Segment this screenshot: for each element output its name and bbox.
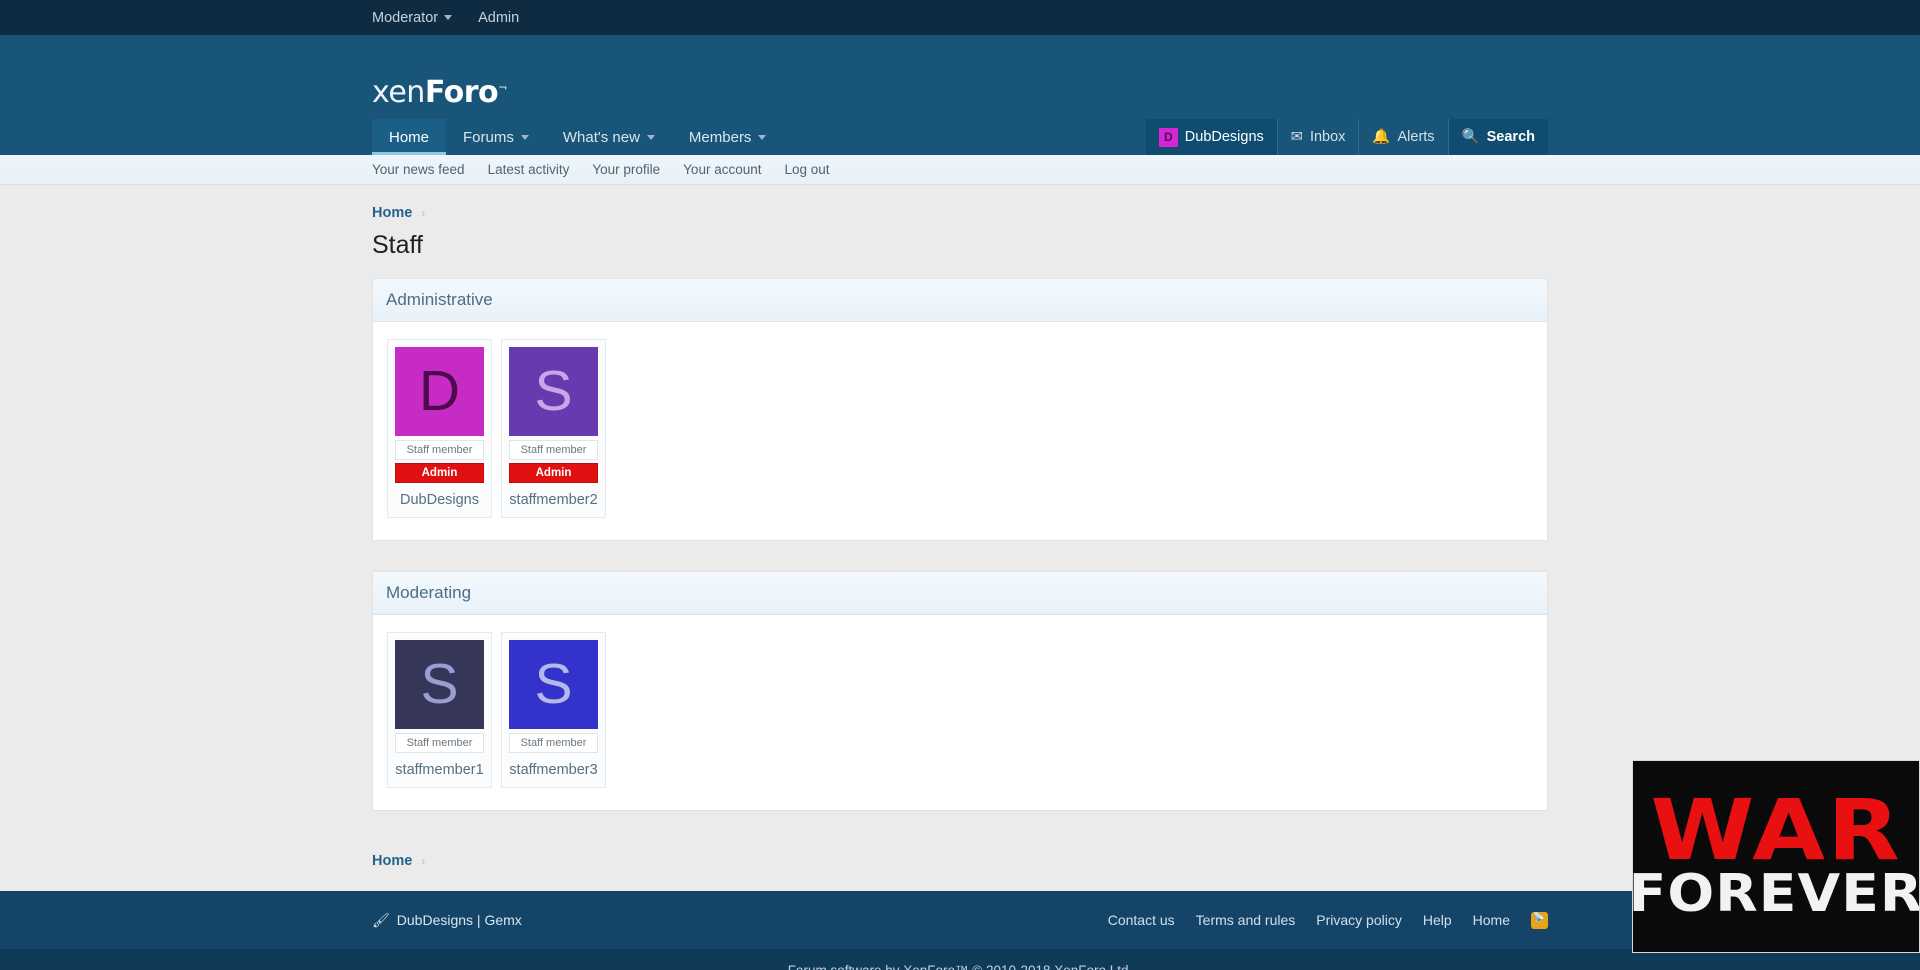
status-badge: Staff member bbox=[395, 733, 484, 753]
site-header: xenForo¬ bbox=[0, 35, 1920, 119]
search-button[interactable]: 🔍 Search bbox=[1447, 119, 1548, 155]
banner-line-forever: FOREVER bbox=[1632, 863, 1920, 924]
staffbar-item-moderator[interactable]: Moderator bbox=[372, 9, 453, 26]
staff-section-moderating: Moderating S Staff member staffmember1 S… bbox=[372, 571, 1548, 811]
footer-link-home[interactable]: Home bbox=[1473, 912, 1510, 928]
breadcrumb-bottom: Home › bbox=[372, 841, 1548, 891]
bell-icon: 🔔 bbox=[1372, 128, 1391, 145]
footer-brand[interactable]: 🖌 DubDesigns | Gemx bbox=[372, 912, 522, 928]
footer-link-help[interactable]: Help bbox=[1423, 912, 1452, 928]
staffbar-moderator-label: Moderator bbox=[372, 9, 439, 26]
member-username[interactable]: staffmember3 bbox=[509, 762, 598, 778]
member-list: S Staff member staffmember1 S Staff memb… bbox=[373, 615, 1547, 810]
nav-home-label: Home bbox=[389, 128, 430, 146]
avatar[interactable]: D bbox=[395, 347, 484, 436]
admin-badge: Admin bbox=[509, 463, 598, 483]
section-heading: Administrative bbox=[373, 279, 1547, 322]
staffbar-admin-label: Admin bbox=[478, 9, 520, 26]
nav-item-alerts[interactable]: 🔔 Alerts bbox=[1358, 119, 1447, 155]
status-badge: Staff member bbox=[509, 733, 598, 753]
breadcrumb-separator-icon: › bbox=[421, 854, 426, 868]
war-forever-banner[interactable]: WAR FOREVER bbox=[1632, 760, 1920, 953]
nav-item-home[interactable]: Home bbox=[372, 119, 447, 155]
nav-members-label: Members bbox=[688, 128, 752, 146]
staffbar-item-admin[interactable]: Admin bbox=[478, 10, 519, 26]
section-heading: Moderating bbox=[373, 572, 1547, 615]
logo-trademark: ¬ bbox=[498, 81, 507, 94]
chevron-down-icon bbox=[758, 134, 767, 140]
status-badge: Staff member bbox=[395, 440, 484, 460]
avatar[interactable]: S bbox=[509, 347, 598, 436]
nav-item-members[interactable]: Members bbox=[672, 119, 784, 155]
breadcrumb-home[interactable]: Home bbox=[372, 205, 412, 221]
subnav-item-your-account[interactable]: Your account bbox=[683, 162, 761, 177]
search-icon: 🔍 bbox=[1461, 128, 1480, 145]
member-card[interactable]: S Staff member staffmember3 bbox=[501, 632, 606, 788]
member-username[interactable]: DubDesigns bbox=[395, 492, 484, 508]
chevron-down-icon bbox=[646, 134, 655, 140]
nav-item-inbox[interactable]: ✉ Inbox bbox=[1276, 119, 1359, 155]
banner-line-war: WAR bbox=[1650, 781, 1902, 880]
inbox-label: Inbox bbox=[1309, 129, 1346, 145]
member-list: D Staff member Admin DubDesigns S Staff … bbox=[373, 322, 1547, 540]
avatar: D bbox=[1158, 127, 1178, 147]
primary-nav-list: Home Forums What's new Members bbox=[372, 119, 783, 155]
avatar[interactable]: S bbox=[509, 640, 598, 729]
member-card[interactable]: S Staff member staffmember1 bbox=[387, 632, 492, 788]
logo-prefix: xen bbox=[372, 75, 425, 110]
footer-brand-label: DubDesigns | Gemx bbox=[396, 912, 522, 928]
footer-link-terms-and-rules[interactable]: Terms and rules bbox=[1196, 912, 1296, 928]
chevron-down-icon bbox=[444, 15, 453, 20]
footer-link-contact-us[interactable]: Contact us bbox=[1108, 912, 1175, 928]
secondary-navigation: Your news feed Latest activity Your prof… bbox=[0, 155, 1920, 185]
admin-badge: Admin bbox=[395, 463, 484, 483]
site-logo[interactable]: xenForo¬ bbox=[372, 75, 507, 110]
breadcrumb: Home › bbox=[372, 185, 1548, 227]
staff-section-administrative: Administrative D Staff member Admin DubD… bbox=[372, 278, 1548, 541]
alerts-label: Alerts bbox=[1397, 129, 1435, 145]
primary-navigation: Home Forums What's new Members D DubDesi… bbox=[0, 119, 1920, 155]
nav-item-forums[interactable]: Forums bbox=[446, 119, 546, 155]
user-navigation: D DubDesigns ✉ Inbox 🔔 Alerts 🔍 Search bbox=[1145, 119, 1548, 155]
nav-item-visitor-menu[interactable]: D DubDesigns bbox=[1145, 119, 1277, 155]
footer-links: Contact us Terms and rules Privacy polic… bbox=[1108, 911, 1548, 929]
member-card[interactable]: D Staff member Admin DubDesigns bbox=[387, 339, 492, 518]
member-card[interactable]: S Staff member Admin staffmember2 bbox=[501, 339, 606, 518]
nav-item-whats-new[interactable]: What's new bbox=[546, 119, 672, 155]
member-username[interactable]: staffmember2 bbox=[509, 492, 598, 508]
nav-forums-label: Forums bbox=[463, 128, 514, 146]
footer-link-privacy-policy[interactable]: Privacy policy bbox=[1316, 912, 1402, 928]
breadcrumb-home-bottom[interactable]: Home bbox=[372, 853, 412, 869]
page-title: Staff bbox=[372, 231, 423, 259]
breadcrumb-separator-icon: › bbox=[421, 206, 426, 220]
subnav-item-news-feed[interactable]: Your news feed bbox=[372, 162, 465, 177]
avatar[interactable]: S bbox=[395, 640, 484, 729]
envelope-icon: ✉ bbox=[1290, 128, 1303, 145]
status-badge: Staff member bbox=[509, 440, 598, 460]
paintbrush-icon: 🖌 bbox=[372, 912, 390, 928]
search-label: Search bbox=[1486, 129, 1535, 145]
logo-suffix: Foro bbox=[424, 75, 499, 110]
member-username[interactable]: staffmember1 bbox=[395, 762, 484, 778]
visitor-username: DubDesigns bbox=[1184, 129, 1264, 145]
staff-bar: Moderator Admin bbox=[0, 0, 1920, 35]
nav-whats-new-label: What's new bbox=[562, 128, 640, 146]
rss-icon[interactable] bbox=[1531, 911, 1548, 929]
subnav-item-your-profile[interactable]: Your profile bbox=[592, 162, 660, 177]
subnav-item-latest-activity[interactable]: Latest activity bbox=[488, 162, 570, 177]
subnav-item-log-out[interactable]: Log out bbox=[784, 162, 829, 177]
chevron-down-icon bbox=[520, 134, 529, 140]
